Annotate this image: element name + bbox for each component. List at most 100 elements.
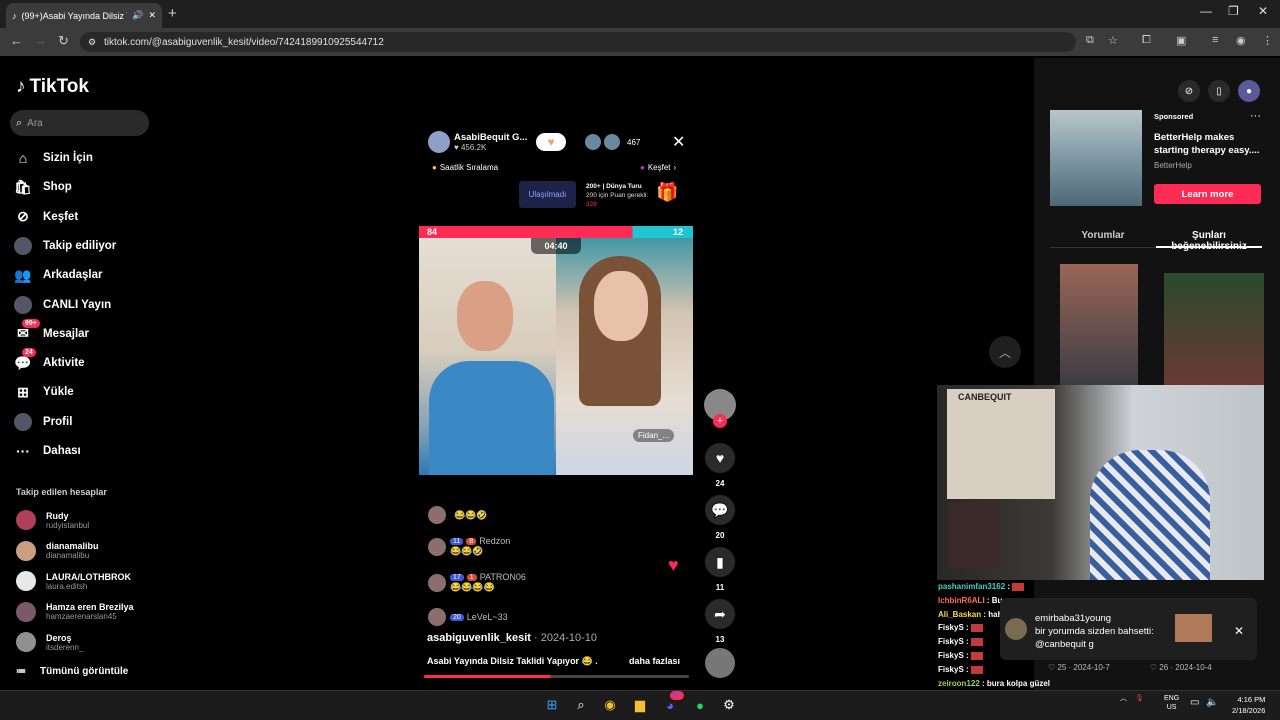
like-action[interactable]: ♥ 24 <box>705 443 735 488</box>
mic-icon[interactable]: 🎙 <box>1135 694 1144 702</box>
save-action[interactable]: ▮ 11 <box>705 547 735 592</box>
spotify-icon[interactable]: ● <box>690 695 710 715</box>
tab-comments[interactable]: Yorumlar <box>1050 224 1156 248</box>
browser-tab[interactable]: ♪ (99+)Asabi Yayında Dilsiz T 🔊 ✕ <box>6 3 162 28</box>
video-player[interactable]: 84 12 04:40 Fidan_... <box>419 226 693 475</box>
chevron-up-icon: ︿ <box>998 345 1011 360</box>
tab-you-may-like[interactable]: Şunları beğenebilirsiniz <box>1156 224 1262 252</box>
reload-icon[interactable]: ↻ <box>58 33 69 49</box>
compass-icon[interactable]: ⊘ <box>1178 80 1200 102</box>
recommended-video-thumbnail[interactable] <box>1164 273 1264 386</box>
music-disc-avatar[interactable] <box>705 648 735 678</box>
live-viewers[interactable]: 467 <box>585 134 640 150</box>
see-all-link[interactable]: ≔ Tümünü görüntüle <box>16 666 128 677</box>
account-name: Deroş <box>46 632 72 643</box>
extensions-icon[interactable]: ⧠ <box>1142 34 1151 47</box>
share-action[interactable]: ➦ 13 <box>705 599 735 644</box>
sidebar-item-6[interactable]: ✉ 99+ Mesajlar <box>14 318 89 345</box>
bookmark-star-icon[interactable]: ☆ <box>1108 34 1118 47</box>
recommended-video-thumbnail[interactable] <box>1060 264 1138 386</box>
more-link[interactable]: daha fazlası <box>629 656 680 666</box>
search-icon[interactable]: ⌕ <box>571 695 591 715</box>
notification-badge: 24 <box>22 348 36 358</box>
sidebar-item-8[interactable]: ⊞ Yükle <box>14 381 74 403</box>
forward-icon[interactable]: → <box>34 33 47 48</box>
followed-account[interactable]: Rudy rudyistanbul <box>16 505 89 535</box>
site-info-icon[interactable]: ⚙ <box>88 37 96 48</box>
video-author[interactable]: asabiguvenlik_kesit · 2024-10-10 <box>427 632 597 644</box>
learn-more-button[interactable]: Learn more <box>1154 184 1261 204</box>
device-icon[interactable]: ▯ <box>1208 80 1230 102</box>
discord-icon[interactable]: ◕ 9+ <box>660 691 684 715</box>
comment-body: 11 8 Redzon 😂😂🤣 <box>450 536 510 557</box>
media-icon[interactable]: ≡ <box>1212 34 1218 46</box>
sidebar-item-10[interactable]: ··· Dahası <box>14 440 81 462</box>
commenter-name[interactable]: Redzon <box>479 536 510 546</box>
account-name: LAURA/LOTHBROK <box>46 571 131 582</box>
followed-account[interactable]: Hamza eren Brezilya hamzaerenarslan45 <box>16 597 134 627</box>
hourly-ranking[interactable]: ● Saatlik Sıralama <box>432 163 498 172</box>
chrome-icon[interactable]: ◉ <box>600 695 620 715</box>
tray-chevron-icon[interactable]: ︿ <box>1120 693 1127 703</box>
followed-account[interactable]: dianamalibu dianamalibu <box>16 536 99 566</box>
ad-options-icon[interactable]: ··· <box>1250 110 1261 122</box>
live-heart-button[interactable]: ♥ <box>536 133 566 151</box>
commenter-avatar[interactable] <box>428 608 446 626</box>
commenter-avatar[interactable] <box>428 537 446 556</box>
close-icon[interactable]: ✕ <box>672 132 685 152</box>
install-icon[interactable]: ⧉ <box>1086 34 1094 47</box>
sidebar-item-label: Profil <box>43 415 73 428</box>
commenter-name[interactable]: LeVeL~33 <box>467 612 508 622</box>
live-explore[interactable]: ● Keşfet › <box>640 163 676 172</box>
sidebar-item-3[interactable]: ● Takip ediliyor <box>14 235 116 257</box>
sidebar-item-0[interactable]: ⌂ Sizin İçin <box>14 147 93 169</box>
tab-close-icon[interactable]: ✕ <box>148 10 156 21</box>
minimize-button[interactable]: — <box>1200 4 1212 18</box>
network-icon[interactable]: ▭ <box>1190 697 1199 708</box>
volume-icon[interactable]: 🔈 <box>1206 697 1218 708</box>
chrome-menu-icon[interactable]: ⋮ <box>1262 34 1273 47</box>
user-avatar[interactable]: ● <box>1238 80 1260 102</box>
sidebar-item-9[interactable]: ● Profil <box>14 411 72 433</box>
sidepanel-icon[interactable]: ▣ <box>1176 34 1186 47</box>
notification-close-icon[interactable]: ✕ <box>1234 624 1244 638</box>
followed-account[interactable]: Deroş itsderenn_ <box>16 627 83 657</box>
window-close-button[interactable]: ✕ <box>1258 4 1268 18</box>
commenter-avatar[interactable] <box>428 573 446 592</box>
taskbar-clock[interactable]: 4:16 PM 2/18/2026 <box>1232 694 1265 716</box>
sidebar-item-7[interactable]: 💬 24 Aktivite <box>14 348 85 374</box>
comment-icon[interactable]: 💬 <box>705 495 735 525</box>
ad-thumbnail[interactable] <box>1050 110 1142 206</box>
sidebar-item-2[interactable]: ⊘ Keşfet <box>14 206 78 228</box>
audio-icon[interactable]: 🔊 <box>132 10 143 21</box>
tiktok-logo[interactable]: ♪ TikTok <box>16 76 89 98</box>
heart-icon[interactable]: ♥ <box>705 443 735 473</box>
fan-badge: 8 <box>466 537 477 545</box>
new-tab-button[interactable]: + <box>168 5 177 22</box>
commenter-name[interactable]: PATRON06 <box>480 572 526 582</box>
language-indicator[interactable]: ENG US <box>1164 694 1179 712</box>
sidebar-item-5[interactable]: ● CANLI Yayın <box>14 294 111 316</box>
profile-avatar: ● <box>14 412 32 431</box>
search-input[interactable]: ⌕ Ara <box>10 110 149 136</box>
back-icon[interactable]: ← <box>10 33 23 48</box>
profile-avatar[interactable]: ◉ <box>1236 34 1246 47</box>
live-host-name[interactable]: AsabiBequit G... <box>454 132 532 143</box>
url-field[interactable]: ⚙ tiktok.com/@asabiguvenlik_kesit/video/… <box>80 32 1076 52</box>
file-explorer-icon[interactable]: ▆ <box>630 695 650 715</box>
steam-icon[interactable]: ⚙ <box>719 695 739 715</box>
guest-name-tag[interactable]: Fidan_... <box>633 429 675 442</box>
scroll-up-button[interactable]: ︿ <box>989 336 1021 368</box>
ad-title[interactable]: BetterHelp makes starting therapy easy..… <box>1154 131 1262 157</box>
live-host-avatar[interactable] <box>428 131 450 153</box>
sidebar-item-4[interactable]: 👥 Arkadaşlar <box>14 264 102 286</box>
follow-plus-icon[interactable]: + <box>713 414 727 428</box>
windows-start-icon[interactable]: ⊞ <box>542 695 562 715</box>
level-badge: 11 <box>450 537 464 545</box>
maximize-button[interactable]: ❐ <box>1228 4 1239 18</box>
share-icon[interactable]: ➦ <box>705 599 735 629</box>
followed-account[interactable]: LAURA/LOTHBROK laura.editsh <box>16 566 131 596</box>
bookmark-icon[interactable]: ▮ <box>705 547 735 577</box>
sidebar-item-1[interactable]: 🛍 Shop <box>14 176 72 198</box>
comment-action[interactable]: 💬 20 <box>705 495 735 540</box>
